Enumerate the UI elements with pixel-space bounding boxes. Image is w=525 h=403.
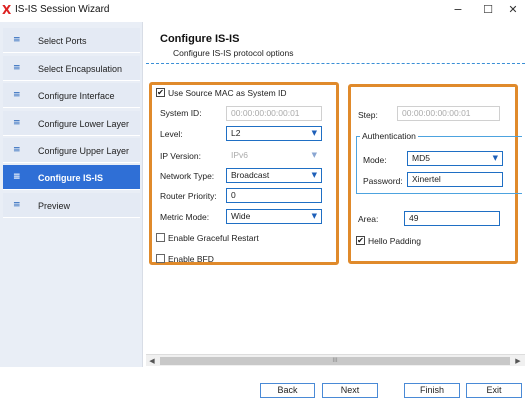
- list-icon: ≡: [13, 118, 21, 128]
- auth-mode-label: Mode:: [363, 155, 387, 165]
- chevron-down-icon: ▼: [311, 151, 317, 159]
- list-icon: ≡: [13, 90, 21, 100]
- network-type-value: Broadcast: [231, 170, 270, 180]
- auth-password-field[interactable]: Xinertel: [407, 172, 503, 187]
- use-source-mac-checkbox[interactable]: ✔: [156, 88, 165, 97]
- bfd-checkbox[interactable]: [156, 254, 165, 263]
- list-icon: ≡: [13, 172, 21, 182]
- sidebar-item-label: Configure Lower Layer: [38, 119, 130, 129]
- list-icon: ≡: [13, 63, 21, 73]
- chevron-down-icon: ▼: [492, 154, 498, 162]
- back-button[interactable]: Back: [260, 383, 315, 398]
- metric-mode-value: Wide: [231, 211, 251, 221]
- scrollbar-thumb[interactable]: III: [160, 357, 510, 365]
- graceful-restart-checkbox[interactable]: [156, 233, 165, 242]
- sidebar-item-preview[interactable]: ≡ Preview: [3, 193, 140, 218]
- sidebar-item-label: Preview: [38, 201, 71, 211]
- list-icon: ≡: [13, 145, 21, 155]
- ip-version-label: IP Version:: [160, 151, 201, 161]
- list-icon: ≡: [13, 35, 21, 45]
- finish-button[interactable]: Finish: [404, 383, 460, 398]
- sidebar-item-configure-isis[interactable]: ≡ Configure IS-IS: [3, 165, 140, 190]
- close-button[interactable]: ✕: [498, 0, 525, 20]
- sidebar-item-label: Select Encapsulation: [38, 64, 123, 74]
- authentication-group-title: Authentication: [360, 131, 418, 141]
- auth-password-label: Password:: [363, 176, 403, 186]
- network-type-label: Network Type:: [160, 171, 215, 181]
- sidebar-item-label: Select Ports: [38, 36, 87, 46]
- use-source-mac-label: Use Source MAC as System ID: [168, 88, 287, 98]
- title-bar: X IS-IS Session Wizard − ☐ ✕: [0, 0, 525, 22]
- next-button[interactable]: Next: [322, 383, 378, 398]
- hello-padding-label: Hello Padding: [368, 236, 421, 246]
- metric-mode-select[interactable]: Wide ▼: [226, 209, 322, 224]
- network-type-select[interactable]: Broadcast ▼: [226, 168, 322, 183]
- chevron-down-icon: ▼: [311, 129, 317, 137]
- system-id-label: System ID:: [160, 108, 202, 118]
- hello-padding-checkbox[interactable]: ✔: [356, 236, 365, 245]
- list-icon: ≡: [13, 200, 21, 210]
- sidebar-item-select-encapsulation[interactable]: ≡ Select Encapsulation: [3, 56, 140, 81]
- page-subtitle: Configure IS-IS protocol options: [173, 48, 294, 58]
- wizard-sidebar: ≡ Select Ports ≡ Select Encapsulation ≡ …: [0, 22, 143, 380]
- level-value: L2: [231, 128, 241, 138]
- sidebar-item-label: Configure IS-IS: [38, 173, 103, 183]
- step-field[interactable]: 00:00:00:00:00:01: [397, 106, 500, 121]
- graceful-restart-label: Enable Graceful Restart: [168, 233, 259, 243]
- exit-button[interactable]: Exit: [466, 383, 522, 398]
- page-title: Configure IS-IS: [160, 33, 240, 45]
- system-id-field[interactable]: 00:00:00:00:00:01: [226, 106, 322, 121]
- sidebar-item-label: Configure Interface: [38, 91, 115, 101]
- level-select[interactable]: L2 ▼: [226, 126, 322, 141]
- ip-version-select[interactable]: IPv6 ▼: [226, 148, 322, 163]
- minimize-button[interactable]: −: [443, 0, 473, 20]
- auth-mode-value: MD5: [412, 153, 430, 163]
- ip-version-value: IPv6: [231, 150, 249, 160]
- window-title: IS-IS Session Wizard: [15, 4, 110, 15]
- router-priority-label: Router Priority:: [160, 191, 217, 201]
- grip-icon: III: [332, 357, 338, 364]
- step-label: Step:: [358, 110, 378, 120]
- sidebar-item-configure-interface[interactable]: ≡ Configure Interface: [3, 83, 140, 108]
- area-label: Area:: [358, 214, 379, 224]
- level-label: Level:: [160, 129, 183, 139]
- header-divider: [146, 63, 525, 64]
- scroll-right-icon[interactable]: ▶: [512, 355, 524, 367]
- auth-mode-select[interactable]: MD5 ▼: [407, 151, 503, 166]
- scroll-left-icon[interactable]: ◀: [146, 355, 158, 367]
- chevron-down-icon: ▼: [311, 212, 317, 220]
- router-priority-field[interactable]: 0: [226, 188, 322, 203]
- sidebar-item-configure-lower-layer[interactable]: ≡ Configure Lower Layer: [3, 111, 140, 136]
- bfd-label: Enable BFD: [168, 254, 214, 264]
- metric-mode-label: Metric Mode:: [160, 212, 210, 222]
- app-logo: X: [2, 3, 12, 17]
- sidebar-item-label: Configure Upper Layer: [38, 146, 130, 156]
- sidebar-item-select-ports[interactable]: ≡ Select Ports: [3, 28, 140, 53]
- sidebar-item-configure-upper-layer[interactable]: ≡ Configure Upper Layer: [3, 138, 140, 163]
- area-field[interactable]: 49: [404, 211, 500, 226]
- chevron-down-icon: ▼: [311, 171, 317, 179]
- horizontal-scrollbar[interactable]: ◀ III ▶: [146, 354, 525, 366]
